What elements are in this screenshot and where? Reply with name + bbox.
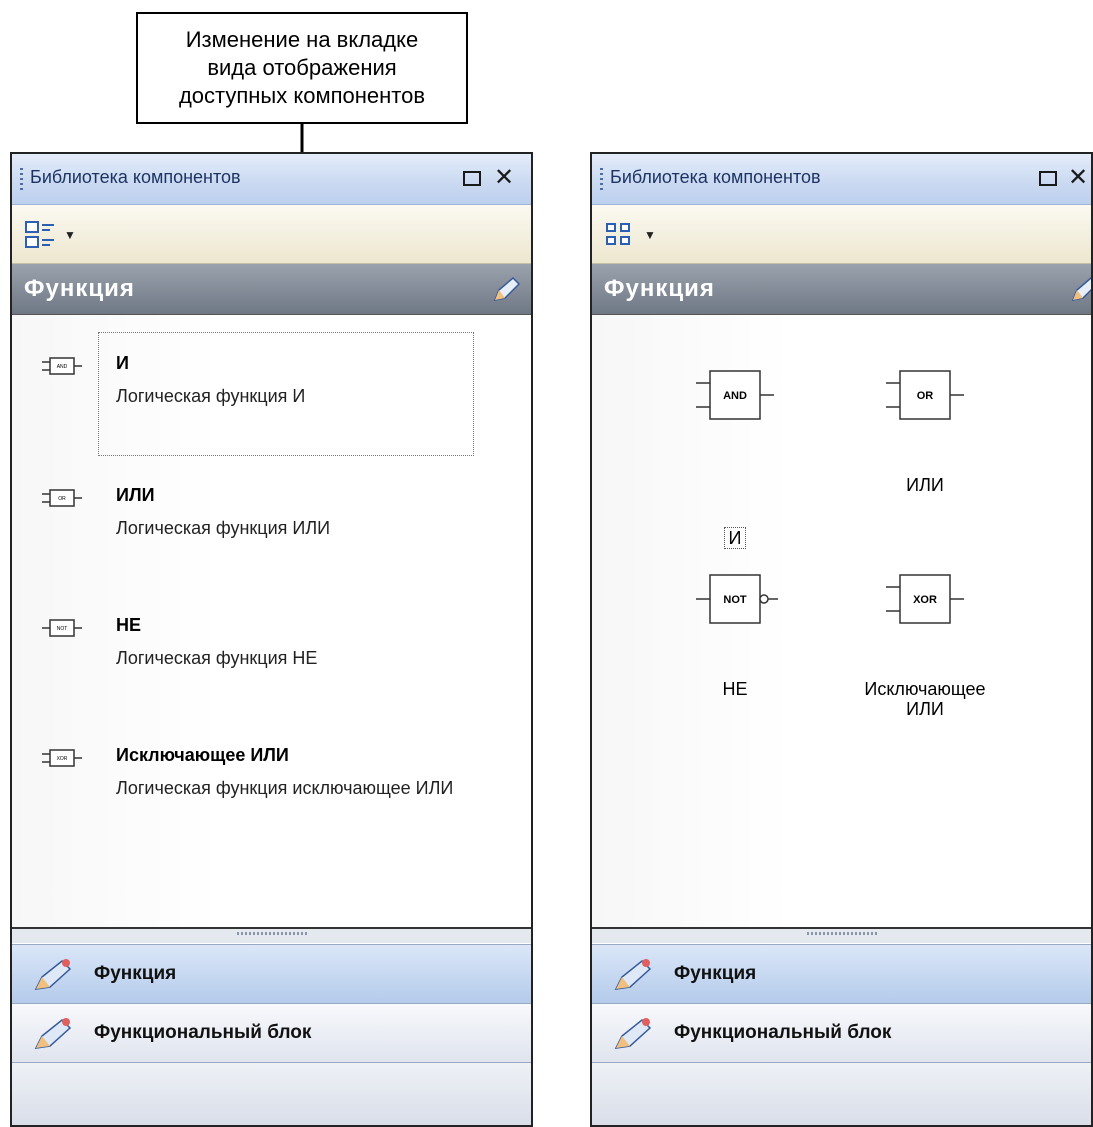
grid-item[interactable]: OR ИЛИ [830, 367, 1020, 495]
pencil-book-icon [614, 959, 652, 990]
grid-item[interactable]: NOT НЕ [640, 571, 830, 699]
chevron-down-icon: ▼ [64, 228, 76, 242]
item-name: Исключающее ИЛИ [116, 745, 289, 765]
xor-gate-icon: XOR [42, 749, 82, 767]
nav-empty-area [12, 1062, 531, 1125]
nav-button-function[interactable]: Функция [12, 944, 531, 1003]
group-title: Функция [24, 275, 135, 302]
item-label: ИЛИ [906, 475, 944, 495]
item-description: Логическая функция ИЛИ [116, 518, 331, 538]
item-label: Исключающее ИЛИ [830, 679, 1020, 719]
gate-badge: NOT [723, 594, 747, 606]
gate-badge: AND [57, 364, 68, 370]
component-grid: AND И OR ИЛИ NOT НЕ XOR Исключающее ИЛИ [592, 315, 1091, 929]
group-title: Функция [604, 275, 715, 302]
not-gate-icon: NOT [42, 619, 82, 637]
or-gate-icon: OR [886, 370, 964, 420]
pencil-book-icon [34, 959, 72, 990]
item-label: НЕ [722, 679, 748, 699]
icon-view-icon [606, 223, 630, 245]
pencil-book-icon [34, 1018, 72, 1049]
splitter-handle[interactable] [12, 929, 531, 943]
nav-label: Функциональный блок [94, 1022, 312, 1043]
close-icon: ✕ [493, 164, 515, 191]
close-icon: ✕ [1067, 164, 1089, 191]
item-description: Логическая функция НЕ [116, 648, 318, 668]
maximize-icon [463, 171, 481, 186]
panel-title: Библиотека компонентов [610, 167, 821, 187]
drag-grip-icon[interactable] [20, 168, 23, 190]
panel-toolbar: ▼ [592, 205, 1091, 264]
nav-label: Функция [94, 963, 177, 984]
nav-label: Функция [674, 963, 757, 984]
close-button[interactable]: ✕ [491, 164, 517, 192]
component-list: AND И Логическая функция И OR ИЛИ Логиче… [12, 315, 531, 929]
nav-empty-area [592, 1062, 1091, 1125]
grid-item[interactable]: XOR Исключающее ИЛИ [830, 571, 1020, 719]
chevron-down-icon: ▼ [644, 228, 656, 242]
component-library-panel-icons: Библиотека компонентов ✕ ▼ Функция AND И… [590, 152, 1093, 1127]
close-button[interactable]: ✕ [1065, 164, 1091, 192]
item-description: Логическая функция исключающее ИЛИ [116, 778, 454, 798]
grid-item[interactable]: AND И [640, 367, 830, 549]
or-gate-icon: OR [42, 489, 82, 507]
view-mode-button[interactable]: ▼ [604, 221, 656, 249]
and-gate-icon: AND [696, 370, 774, 420]
panel-titlebar: Библиотека компонентов ✕ [12, 154, 531, 205]
gate-badge: AND [723, 390, 747, 402]
list-view-icon [25, 221, 54, 248]
item-name: НЕ [116, 615, 142, 635]
nav-button-function-block[interactable]: Функциональный блок [592, 1003, 1091, 1062]
item-name: И [116, 353, 129, 373]
group-header: Функция [592, 264, 1091, 315]
maximize-icon [1039, 171, 1057, 186]
xor-gate-icon: XOR [886, 574, 964, 624]
gate-badge: XOR [57, 756, 68, 762]
item-label-line: Исключающее [864, 679, 986, 699]
drag-grip-icon[interactable] [600, 168, 603, 190]
gate-badge: NOT [57, 626, 68, 632]
pencil-icon [493, 276, 521, 302]
gate-badge: OR [917, 390, 934, 402]
nav-button-function[interactable]: Функция [592, 944, 1091, 1003]
pencil-icon [1071, 277, 1091, 302]
view-mode-button[interactable]: ▼ [24, 221, 76, 249]
nav-label: Функциональный блок [674, 1022, 892, 1043]
component-library-panel-list: Библиотека компонентов ✕ ▼ Функция AND И… [10, 152, 533, 1127]
item-description: Логическая функция И [116, 386, 306, 406]
maximize-button[interactable] [459, 164, 485, 192]
pencil-book-icon [614, 1018, 652, 1049]
item-name: ИЛИ [116, 485, 155, 505]
gate-badge: XOR [913, 594, 937, 606]
group-header: Функция [12, 264, 531, 315]
gate-badge: OR [58, 496, 66, 502]
panel-title: Библиотека компонентов [30, 167, 241, 187]
maximize-button[interactable] [1035, 164, 1061, 192]
and-gate-icon: AND [42, 357, 82, 375]
item-label: И [723, 527, 747, 549]
panel-titlebar: Библиотека компонентов ✕ [592, 154, 1091, 205]
nav-button-function-block[interactable]: Функциональный блок [12, 1003, 531, 1062]
not-gate-icon: NOT [696, 574, 778, 624]
panel-toolbar: ▼ [12, 205, 531, 264]
splitter-handle[interactable] [592, 929, 1091, 943]
item-label-line: ИЛИ [906, 699, 944, 719]
